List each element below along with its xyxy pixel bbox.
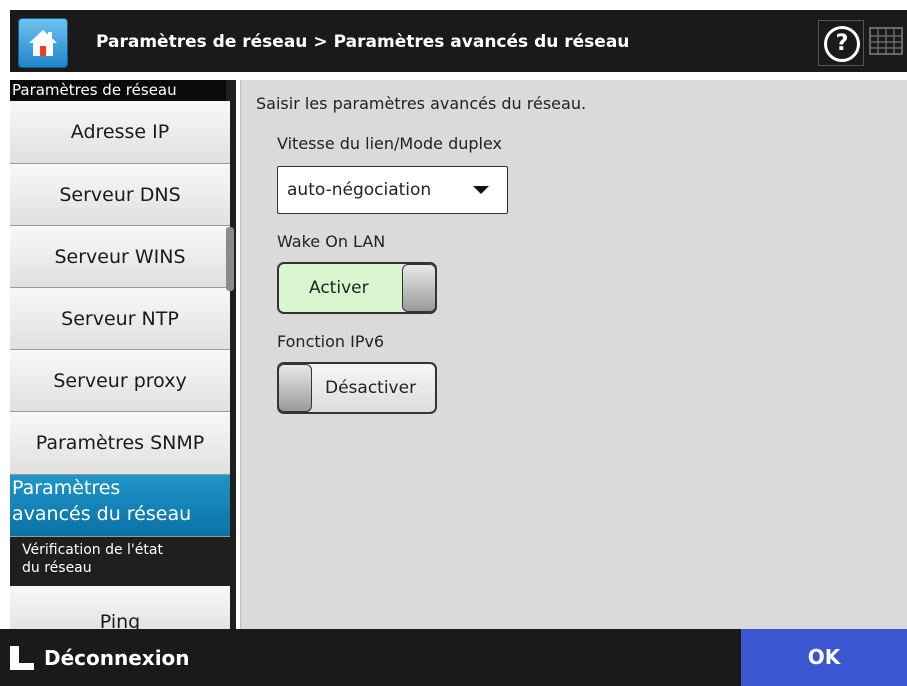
sidebar-section-label: Vérification de l'état: [22, 542, 163, 558]
sidebar-section-title-network-status: Vérification de l'état du réseau: [10, 539, 230, 586]
link-speed-label: Vitesse du lien/Mode duplex: [277, 134, 503, 153]
chevron-down-icon: [473, 186, 489, 194]
sidebar-item-ping[interactable]: Ping: [10, 586, 230, 629]
keyboard-icon[interactable]: [868, 22, 904, 60]
sidebar-item-label: Paramètres SNMP: [35, 432, 205, 454]
sidebar-item-ip-address[interactable]: Adresse IP: [10, 101, 230, 164]
sidebar-item-label: Ping: [99, 611, 141, 629]
sidebar-item-proxy-server[interactable]: Serveur proxy: [10, 350, 230, 412]
sidebar-item-label: avancés du réseau: [12, 503, 192, 525]
ipv6-toggle[interactable]: Désactiver: [277, 362, 437, 414]
sidebar-item-dns-server[interactable]: Serveur DNS: [10, 164, 230, 226]
sidebar-item-ntp-server[interactable]: Serveur NTP: [10, 288, 230, 350]
help-button[interactable]: ?: [818, 20, 864, 66]
sidebar-item-label: Serveur NTP: [61, 307, 179, 330]
help-icon: ?: [824, 26, 860, 62]
ok-button[interactable]: OK: [741, 629, 907, 686]
sidebar-section-title: Paramètres de réseau: [10, 80, 226, 101]
ipv6-state: Désactiver: [325, 378, 417, 398]
home-icon: [29, 30, 57, 56]
breadcrumb-advanced-settings: Paramètres avancés du réseau: [333, 32, 630, 52]
link-speed-select[interactable]: auto-négociation: [277, 166, 508, 214]
sidebar-section-label: du réseau: [22, 560, 92, 576]
breadcrumb-separator: >: [313, 32, 328, 52]
link-speed-value: auto-négociation: [287, 180, 432, 200]
footer-bar: Déconnexion OK: [0, 629, 907, 686]
sidebar-scrollbar[interactable]: [226, 227, 234, 291]
sidebar-item-label: Serveur WINS: [54, 245, 186, 268]
sidebar-item-snmp-settings[interactable]: Paramètres SNMP: [10, 412, 230, 475]
breadcrumb-network-settings: Paramètres de réseau: [96, 32, 308, 52]
sidebar-item-label: Adresse IP: [70, 121, 170, 143]
logout-icon: [10, 645, 34, 670]
toggle-knob: [402, 264, 435, 312]
sidebar-item-wins-server[interactable]: Serveur WINS: [10, 226, 230, 288]
sidebar-item-label: Paramètres: [12, 477, 121, 499]
toggle-knob: [279, 364, 312, 412]
ipv6-label: Fonction IPv6: [277, 332, 385, 351]
logout-label: Déconnexion: [44, 645, 190, 670]
header: Paramètres de réseau > Paramètres avancés …: [0, 0, 907, 80]
sidebar-item-label: Serveur proxy: [53, 369, 187, 392]
wake-on-lan-label: Wake On LAN: [277, 232, 386, 251]
main-panel: Saisir les paramètres avancés du réseau.…: [240, 80, 907, 629]
breadcrumb: Paramètres de réseau > Paramètres avancés …: [96, 20, 629, 64]
wake-on-lan-state: Activer: [309, 278, 369, 298]
sidebar: Paramètres de réseau Adresse IP Serveur …: [10, 80, 236, 629]
page-description: Saisir les paramètres avancés du réseau.: [256, 94, 587, 113]
sidebar-item-advanced-network[interactable]: Paramètres avancés du réseau: [10, 475, 230, 537]
home-button[interactable]: [18, 18, 68, 68]
logout-button[interactable]: Déconnexion: [10, 629, 190, 686]
sidebar-item-label: Serveur DNS: [59, 183, 181, 206]
wake-on-lan-toggle[interactable]: Activer: [277, 262, 437, 314]
